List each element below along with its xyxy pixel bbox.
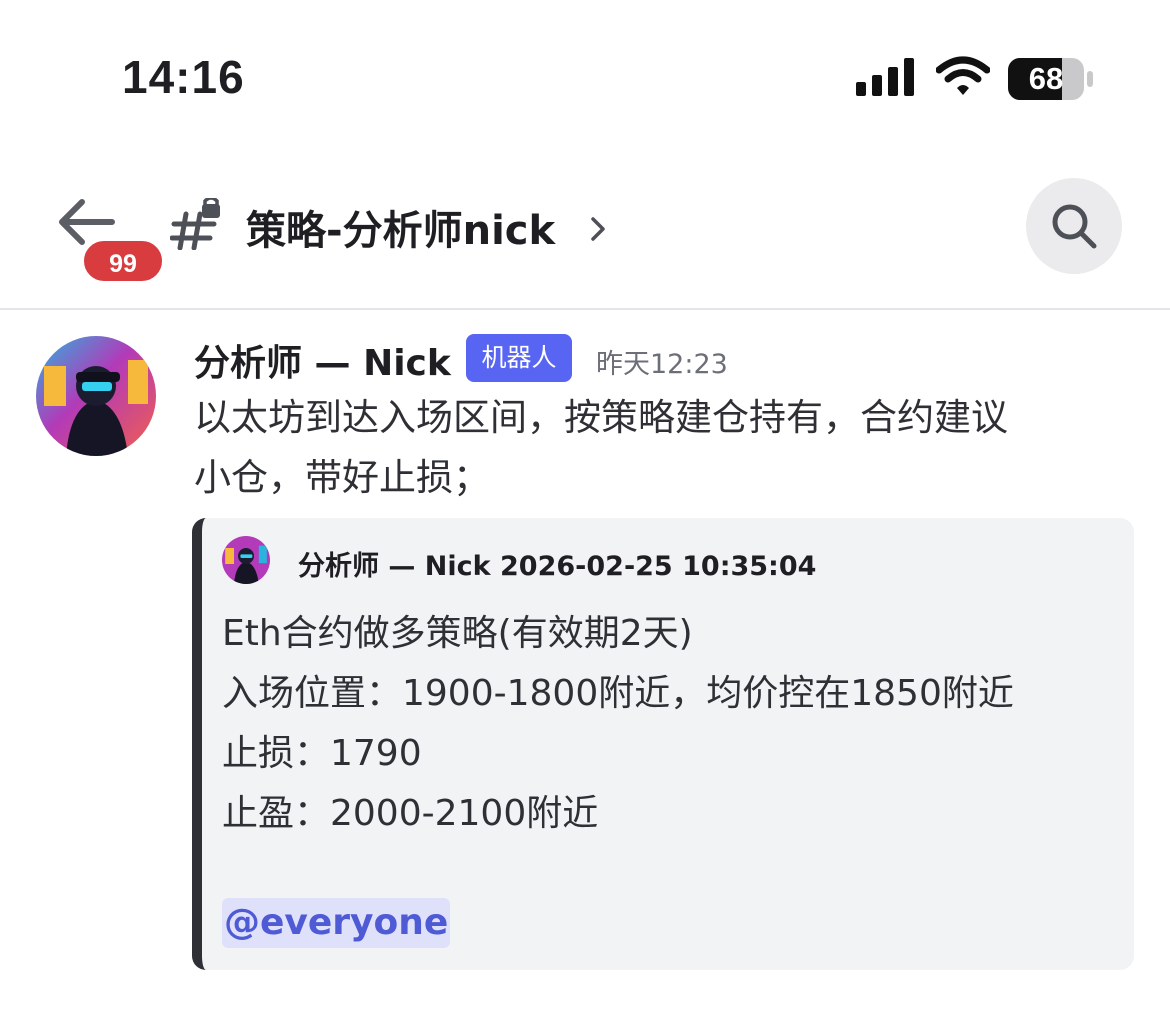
locked-hashtag-icon bbox=[169, 196, 226, 254]
embed-author-avatar bbox=[222, 536, 270, 584]
search-button[interactable] bbox=[1026, 178, 1122, 274]
message-body-line: 以太坊到达入场区间，按策略建仓持有，合约建议 bbox=[194, 396, 1008, 439]
search-icon bbox=[1052, 204, 1097, 249]
embed-line: 入场位置：1900-1800附近，均价控在1850附近 bbox=[222, 673, 1014, 714]
battery-icon: 68 bbox=[1008, 58, 1094, 104]
embed-author-name: 分析师 — Nick 2026-02-25 10:35:04 bbox=[298, 551, 817, 582]
message-body: 以太坊到达入场区间，按策略建仓持有，合约建议 小仓，带好止损； bbox=[194, 388, 1134, 508]
unread-count-badge: 99 bbox=[81, 238, 165, 284]
status-bar: 14:16 68 bbox=[0, 0, 1170, 150]
message-timestamp: 昨天12:23 bbox=[596, 349, 728, 380]
status-time: 14:16 bbox=[122, 51, 245, 103]
wifi-icon bbox=[935, 56, 991, 100]
message-author[interactable]: 分析师 — Nick bbox=[194, 334, 451, 386]
bot-tag: 机器人 bbox=[466, 334, 572, 382]
message-header: 分析师 — Nick 机器人 昨天12:23 bbox=[194, 332, 1094, 384]
message-embed: 分析师 — Nick 2026-02-25 10:35:04 Eth合约做多策略… bbox=[192, 518, 1134, 970]
everyone-mention[interactable]: @everyone bbox=[222, 898, 451, 948]
message-body-line: 小仓，带好止损； bbox=[194, 456, 490, 499]
avatar[interactable] bbox=[36, 336, 156, 456]
cellular-signal-icon bbox=[856, 58, 916, 100]
embed-line: 止盈：2000-2100附近 bbox=[222, 793, 599, 834]
embed-author: 分析师 — Nick 2026-02-25 10:35:04 bbox=[222, 534, 1122, 584]
embed-description: Eth合约做多策略(有效期2天) 入场位置：1900-1800附近，均价控在18… bbox=[222, 604, 1122, 844]
battery-level: 68 bbox=[1028, 61, 1064, 96]
channel-header: 99 策略-分析师nick bbox=[0, 170, 1170, 310]
embed-line: Eth合约做多策略(有效期2天) bbox=[222, 613, 693, 654]
chevron-right-icon[interactable] bbox=[588, 214, 608, 248]
embed-line: 止损：1790 bbox=[222, 733, 422, 774]
channel-name[interactable]: 策略-分析师nick bbox=[246, 198, 555, 256]
